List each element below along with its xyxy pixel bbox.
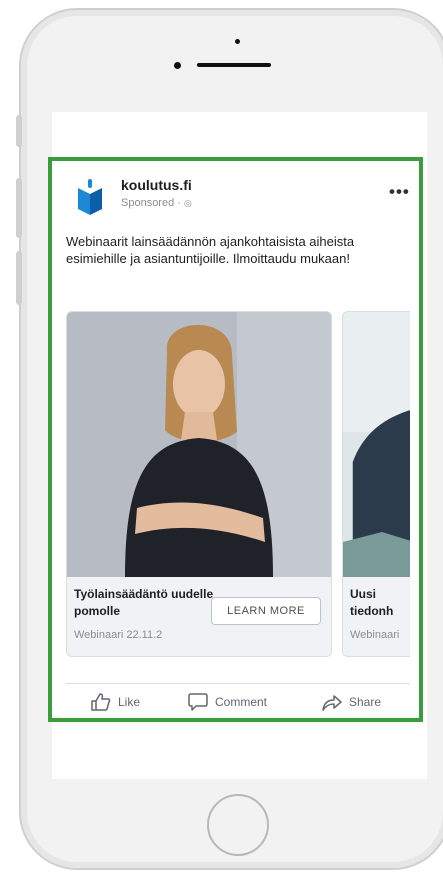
share-label: Share: [349, 695, 382, 709]
carousel[interactable]: Työlainsäädäntö uudelle pomolle Webinaar…: [66, 311, 410, 659]
carousel-card-2[interactable]: Uusi tiedonh Webinaari: [342, 311, 410, 657]
carousel-card-1-meta: Webinaari 22.11.2: [74, 629, 163, 641]
koulutus-logo-icon: [78, 179, 102, 215]
carousel-card-2-meta: Webinaari: [350, 629, 400, 641]
mute-switch: [16, 115, 22, 147]
earpiece-speaker: [197, 63, 271, 67]
thumbs-up-icon: [91, 693, 111, 711]
carousel-card-1-title: Työlainsäädäntö uudelle pomolle: [74, 587, 214, 618]
learn-more-button[interactable]: LEARN MORE: [211, 597, 321, 625]
carousel-card-2-title: Uusi tiedonh: [350, 587, 394, 618]
comment-label: Comment: [215, 695, 268, 709]
comment-icon: [188, 693, 208, 711]
man-photo: [343, 312, 410, 577]
front-camera: [174, 62, 181, 69]
like-label: Like: [118, 695, 141, 709]
post-text: Webinaarit lainsäädännön ajankohtaisista…: [66, 234, 355, 266]
carousel-card-2-info: Uusi tiedonh Webinaari: [343, 577, 410, 656]
globe-icon: ◎: [183, 198, 192, 208]
advertiser-name[interactable]: koulutus.fi: [121, 177, 192, 193]
share-icon: [322, 695, 342, 711]
volume-down-button: [16, 251, 22, 305]
home-button[interactable]: [207, 794, 269, 856]
proximity-sensor: [235, 39, 240, 44]
like-button[interactable]: Like: [91, 693, 140, 711]
carousel-card-1[interactable]: Työlainsäädäntö uudelle pomolle Webinaar…: [66, 311, 332, 657]
volume-up-button: [16, 178, 22, 238]
woman-photo: [67, 312, 331, 577]
action-divider: [66, 683, 410, 684]
comment-button[interactable]: Comment: [188, 693, 267, 711]
more-options-icon[interactable]: •••: [389, 182, 410, 202]
carousel-card-1-info: Työlainsäädäntö uudelle pomolle Webinaar…: [67, 577, 331, 656]
sponsored-label: Sponsored · ◎: [121, 197, 192, 209]
share-button[interactable]: Share: [322, 693, 381, 711]
